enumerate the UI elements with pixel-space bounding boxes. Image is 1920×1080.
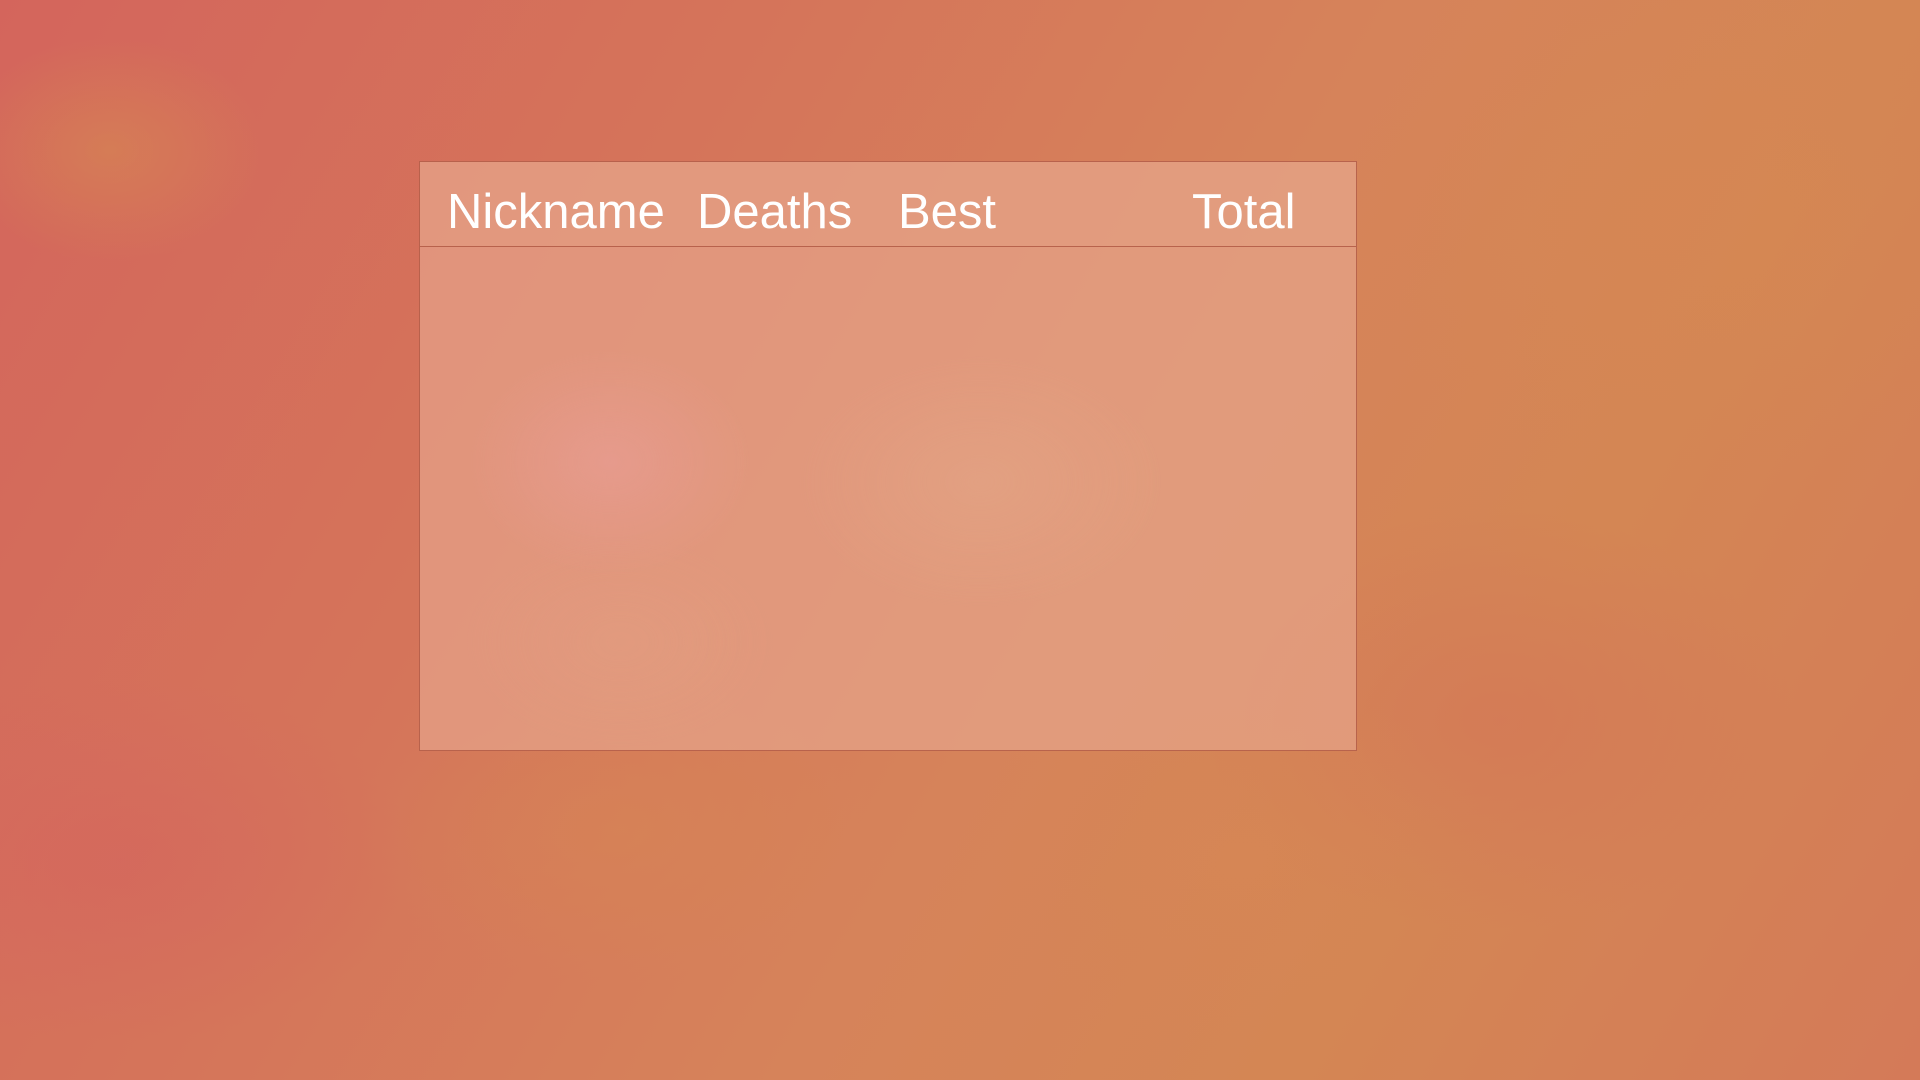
column-header-nickname: Nickname [447, 185, 665, 239]
scoreboard-panel: Nickname Deaths Best Total [419, 161, 1357, 751]
column-header-deaths: Deaths [697, 185, 853, 239]
column-header-best: Best [898, 185, 997, 239]
scoreboard-rows [420, 247, 1356, 750]
column-header-total: Total [1192, 185, 1296, 239]
scoreboard-header: Nickname Deaths Best Total [420, 162, 1356, 247]
